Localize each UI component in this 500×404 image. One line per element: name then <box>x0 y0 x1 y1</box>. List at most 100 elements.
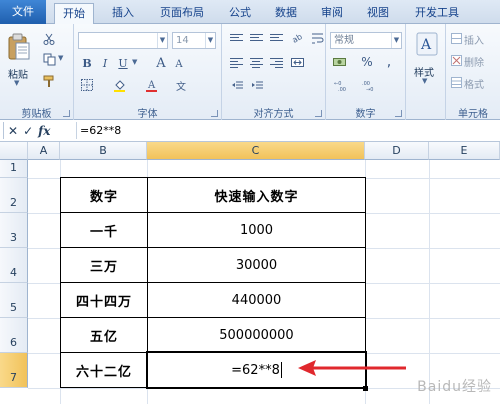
orientation-icon[interactable]: ab <box>290 31 304 45</box>
align-left-icon[interactable] <box>230 56 243 68</box>
tab-insert[interactable]: 插入 <box>104 3 142 24</box>
row-header-4[interactable]: 4 <box>0 248 28 283</box>
underline-dropdown-icon[interactable]: ▼ <box>132 58 137 66</box>
font-launcher-icon[interactable] <box>211 110 218 117</box>
tab-formulas[interactable]: 公式 <box>222 3 258 24</box>
styles-dropdown-icon[interactable]: ▼ <box>422 77 427 85</box>
tab-home[interactable]: 开始 <box>54 3 94 25</box>
shrink-font-icon[interactable]: A <box>172 57 186 71</box>
delete-cells-icon[interactable] <box>450 54 462 66</box>
increase-indent-icon[interactable] <box>250 78 264 92</box>
percent-icon[interactable]: % <box>360 55 374 69</box>
table-row-label[interactable]: 四十四万 <box>60 282 148 318</box>
fill-handle[interactable] <box>363 386 368 391</box>
alignment-launcher-icon[interactable] <box>315 110 322 117</box>
tab-review[interactable]: 审阅 <box>314 3 350 24</box>
font-name-combo[interactable]: ▼ <box>78 32 168 49</box>
copy-icon[interactable] <box>42 52 56 66</box>
wrap-text-icon[interactable] <box>310 31 324 45</box>
alignment-group-label: 对齐方式 <box>253 109 294 120</box>
fx-icon[interactable]: fx <box>38 124 50 138</box>
select-all-corner[interactable] <box>0 142 28 160</box>
format-cells-button[interactable]: 格式 <box>464 76 484 91</box>
align-top-icon[interactable] <box>230 32 243 44</box>
align-middle-icon[interactable] <box>250 32 263 44</box>
decrease-indent-icon[interactable] <box>230 78 244 92</box>
tab-page-layout[interactable]: 页面布局 <box>152 3 212 24</box>
insert-cells-icon[interactable] <box>450 32 462 44</box>
worksheet-grid[interactable]: A B C D E 1 2 3 4 5 6 7 数字 快速输入数字 一千 100… <box>0 142 500 404</box>
table-row-value[interactable]: 500000000 <box>147 317 366 353</box>
font-size-combo[interactable]: 14 ▼ <box>172 32 216 49</box>
underline-icon[interactable]: U <box>116 56 130 70</box>
format-cells-icon[interactable] <box>450 76 462 88</box>
table-row-label[interactable]: 六十二亿 <box>60 352 148 388</box>
table-row-value[interactable]: 1000 <box>147 212 366 248</box>
delete-cells-button[interactable]: 删除 <box>464 54 484 69</box>
styles-icon[interactable]: A <box>416 32 438 56</box>
align-center-icon[interactable] <box>250 56 263 68</box>
row-header-5[interactable]: 5 <box>0 283 28 318</box>
tab-file[interactable]: 文件 <box>0 0 46 24</box>
cut-icon[interactable] <box>42 32 56 46</box>
row-header-6[interactable]: 6 <box>0 318 28 353</box>
bold-icon[interactable]: B <box>80 56 94 70</box>
phonetic-icon[interactable]: 文 <box>174 78 188 92</box>
clipboard-launcher-icon[interactable] <box>63 110 70 117</box>
column-header-d[interactable]: D <box>365 142 429 160</box>
text-cursor <box>280 362 282 378</box>
watermark: Baidu经验 <box>417 379 492 395</box>
align-right-icon[interactable] <box>270 56 283 68</box>
table-header-number[interactable]: 数字 <box>60 177 148 213</box>
number-launcher-icon[interactable] <box>395 110 402 117</box>
font-size-value: 14 <box>176 35 189 46</box>
merge-center-icon[interactable] <box>290 55 304 69</box>
svg-text:→0: →0 <box>366 87 373 91</box>
font-group: ▼ 14 ▼ B I U ▼ A A A 文 字体 <box>74 24 222 120</box>
accounting-format-icon[interactable] <box>332 55 348 69</box>
svg-text:.00: .00 <box>338 87 346 91</box>
decrease-decimal-icon[interactable]: .00 →0 <box>362 78 380 92</box>
borders-icon[interactable] <box>80 78 94 92</box>
row-header-7[interactable]: 7 <box>0 353 28 388</box>
svg-text:文: 文 <box>176 80 186 92</box>
fill-color-icon[interactable] <box>112 78 126 92</box>
grow-font-icon[interactable]: A <box>154 56 168 71</box>
column-header-c[interactable]: C <box>147 142 365 160</box>
paste-icon[interactable] <box>6 32 32 62</box>
row-header-2[interactable]: 2 <box>0 178 28 213</box>
svg-text:A: A <box>420 37 432 53</box>
align-bottom-icon[interactable] <box>270 32 283 44</box>
tab-view[interactable]: 视图 <box>360 3 396 24</box>
row-header-1[interactable]: 1 <box>0 160 28 178</box>
tab-developer[interactable]: 开发工具 <box>408 3 466 24</box>
table-header-quick-input[interactable]: 快速输入数字 <box>147 177 366 213</box>
comma-style-icon[interactable]: , <box>382 54 396 70</box>
table-row-label[interactable]: 三万 <box>60 247 148 283</box>
row-header-3[interactable]: 3 <box>0 213 28 248</box>
number-group: 常规 ▼ % , ←0.00 .00 →0 数字 <box>326 24 406 120</box>
enter-icon[interactable]: ✓ <box>23 124 33 138</box>
table-row-value[interactable]: 440000 <box>147 282 366 318</box>
cancel-icon[interactable]: ✕ <box>8 124 18 138</box>
copy-dropdown-icon[interactable]: ▼ <box>58 54 63 62</box>
column-header-e[interactable]: E <box>429 142 500 160</box>
format-painter-icon[interactable] <box>42 74 56 88</box>
tab-data[interactable]: 数据 <box>268 3 304 24</box>
font-color-icon[interactable]: A <box>144 78 158 92</box>
table-row-value[interactable]: 30000 <box>147 247 366 283</box>
column-header-a[interactable]: A <box>28 142 60 160</box>
column-header-b[interactable]: B <box>60 142 147 160</box>
formula-input[interactable]: =62**8 <box>76 122 500 139</box>
name-box[interactable] <box>0 122 4 139</box>
insert-cells-button[interactable]: 插入 <box>464 32 484 47</box>
increase-decimal-icon[interactable]: ←0.00 <box>334 78 352 92</box>
formula-bar: ✕ ✓ fx =62**8 <box>0 120 500 142</box>
number-group-label: 数字 <box>355 109 376 120</box>
paste-dropdown-icon[interactable]: ▼ <box>14 79 19 87</box>
number-format-combo[interactable]: 常规 ▼ <box>330 32 402 49</box>
italic-icon[interactable]: I <box>98 56 112 70</box>
svg-text:A: A <box>147 80 156 91</box>
table-row-label[interactable]: 一千 <box>60 212 148 248</box>
table-row-label[interactable]: 五亿 <box>60 317 148 353</box>
